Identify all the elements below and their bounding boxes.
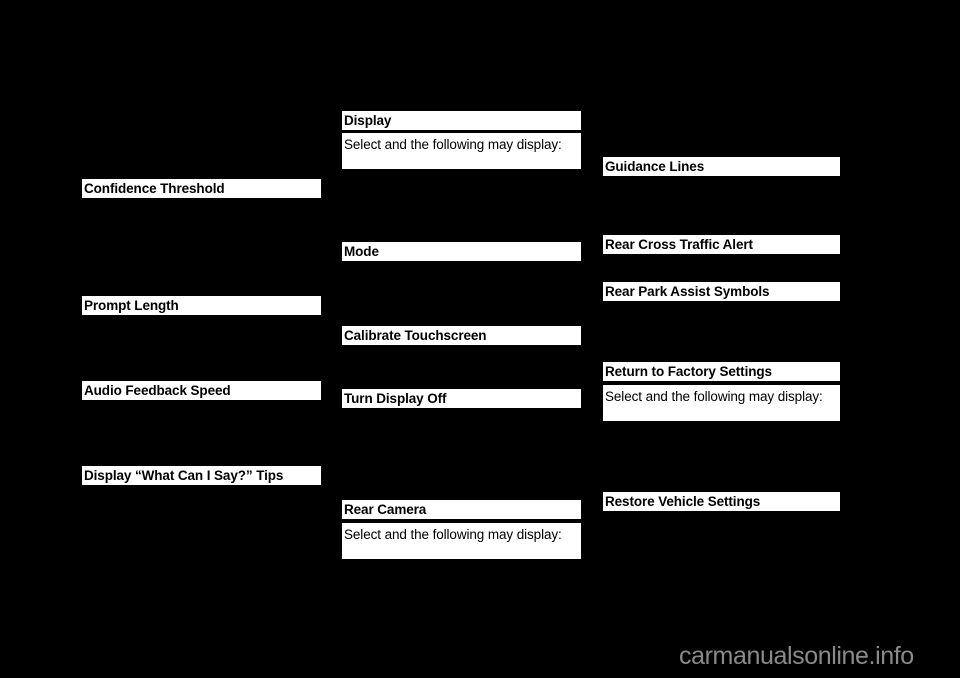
section-body-middle-1: Select and the following may display: <box>342 133 581 169</box>
section-heading-left-1: Prompt Length <box>82 296 321 315</box>
section-heading-right-5: Restore Vehicle Settings <box>603 492 840 511</box>
manual-page: Confidence Threshold Prompt Length Audio F… <box>0 0 960 678</box>
section-heading-right-2: Rear Park Assist Symbols <box>603 282 840 301</box>
section-heading-middle-4: Turn Display Off <box>342 389 581 408</box>
section-heading-middle-0: Display <box>342 111 581 130</box>
section-heading-right-3: Return to Factory Settings <box>603 362 840 381</box>
section-heading-left-2: Audio Feedback Speed <box>82 381 321 400</box>
section-heading-middle-5: Rear Camera <box>342 500 581 519</box>
section-heading-middle-2: Mode <box>342 242 581 261</box>
section-body-middle-6: Select and the following may display: <box>342 523 581 559</box>
section-heading-right-0: Guidance Lines <box>603 157 840 176</box>
section-body-right-4: Select and the following may display: <box>603 385 840 421</box>
section-heading-left-0: Confidence Threshold <box>82 179 321 198</box>
section-heading-left-3: Display “What Can I Say?” Tips <box>82 466 321 485</box>
section-heading-middle-3: Calibrate Touchscreen <box>342 326 581 345</box>
site-watermark: carmanualsonline.info <box>679 642 914 670</box>
section-heading-right-1: Rear Cross Traffic Alert <box>603 235 840 254</box>
